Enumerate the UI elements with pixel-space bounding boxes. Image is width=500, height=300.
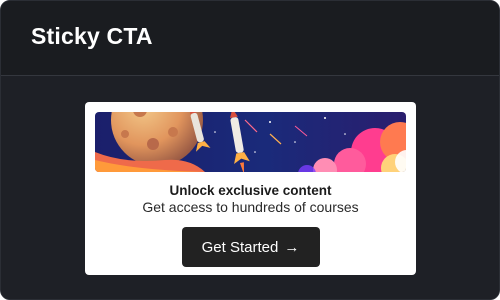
arrow-right-icon: → <box>284 238 300 256</box>
page-title: Sticky CTA <box>31 22 153 49</box>
get-started-button[interactable]: Get Started → <box>181 227 320 267</box>
header-bar: Sticky CTA <box>1 1 499 76</box>
content-area: Unlock exclusive content Get access to h… <box>1 76 499 299</box>
cta-headline: Unlock exclusive content <box>169 183 332 198</box>
app-window: Sticky CTA Unlock exclusive content Get … <box>0 0 500 300</box>
rocket-banner-image <box>95 112 406 172</box>
get-started-label: Get Started <box>201 238 279 256</box>
cta-subtext: Get access to hundreds of courses <box>142 199 359 215</box>
cta-card: Unlock exclusive content Get access to h… <box>85 102 416 275</box>
